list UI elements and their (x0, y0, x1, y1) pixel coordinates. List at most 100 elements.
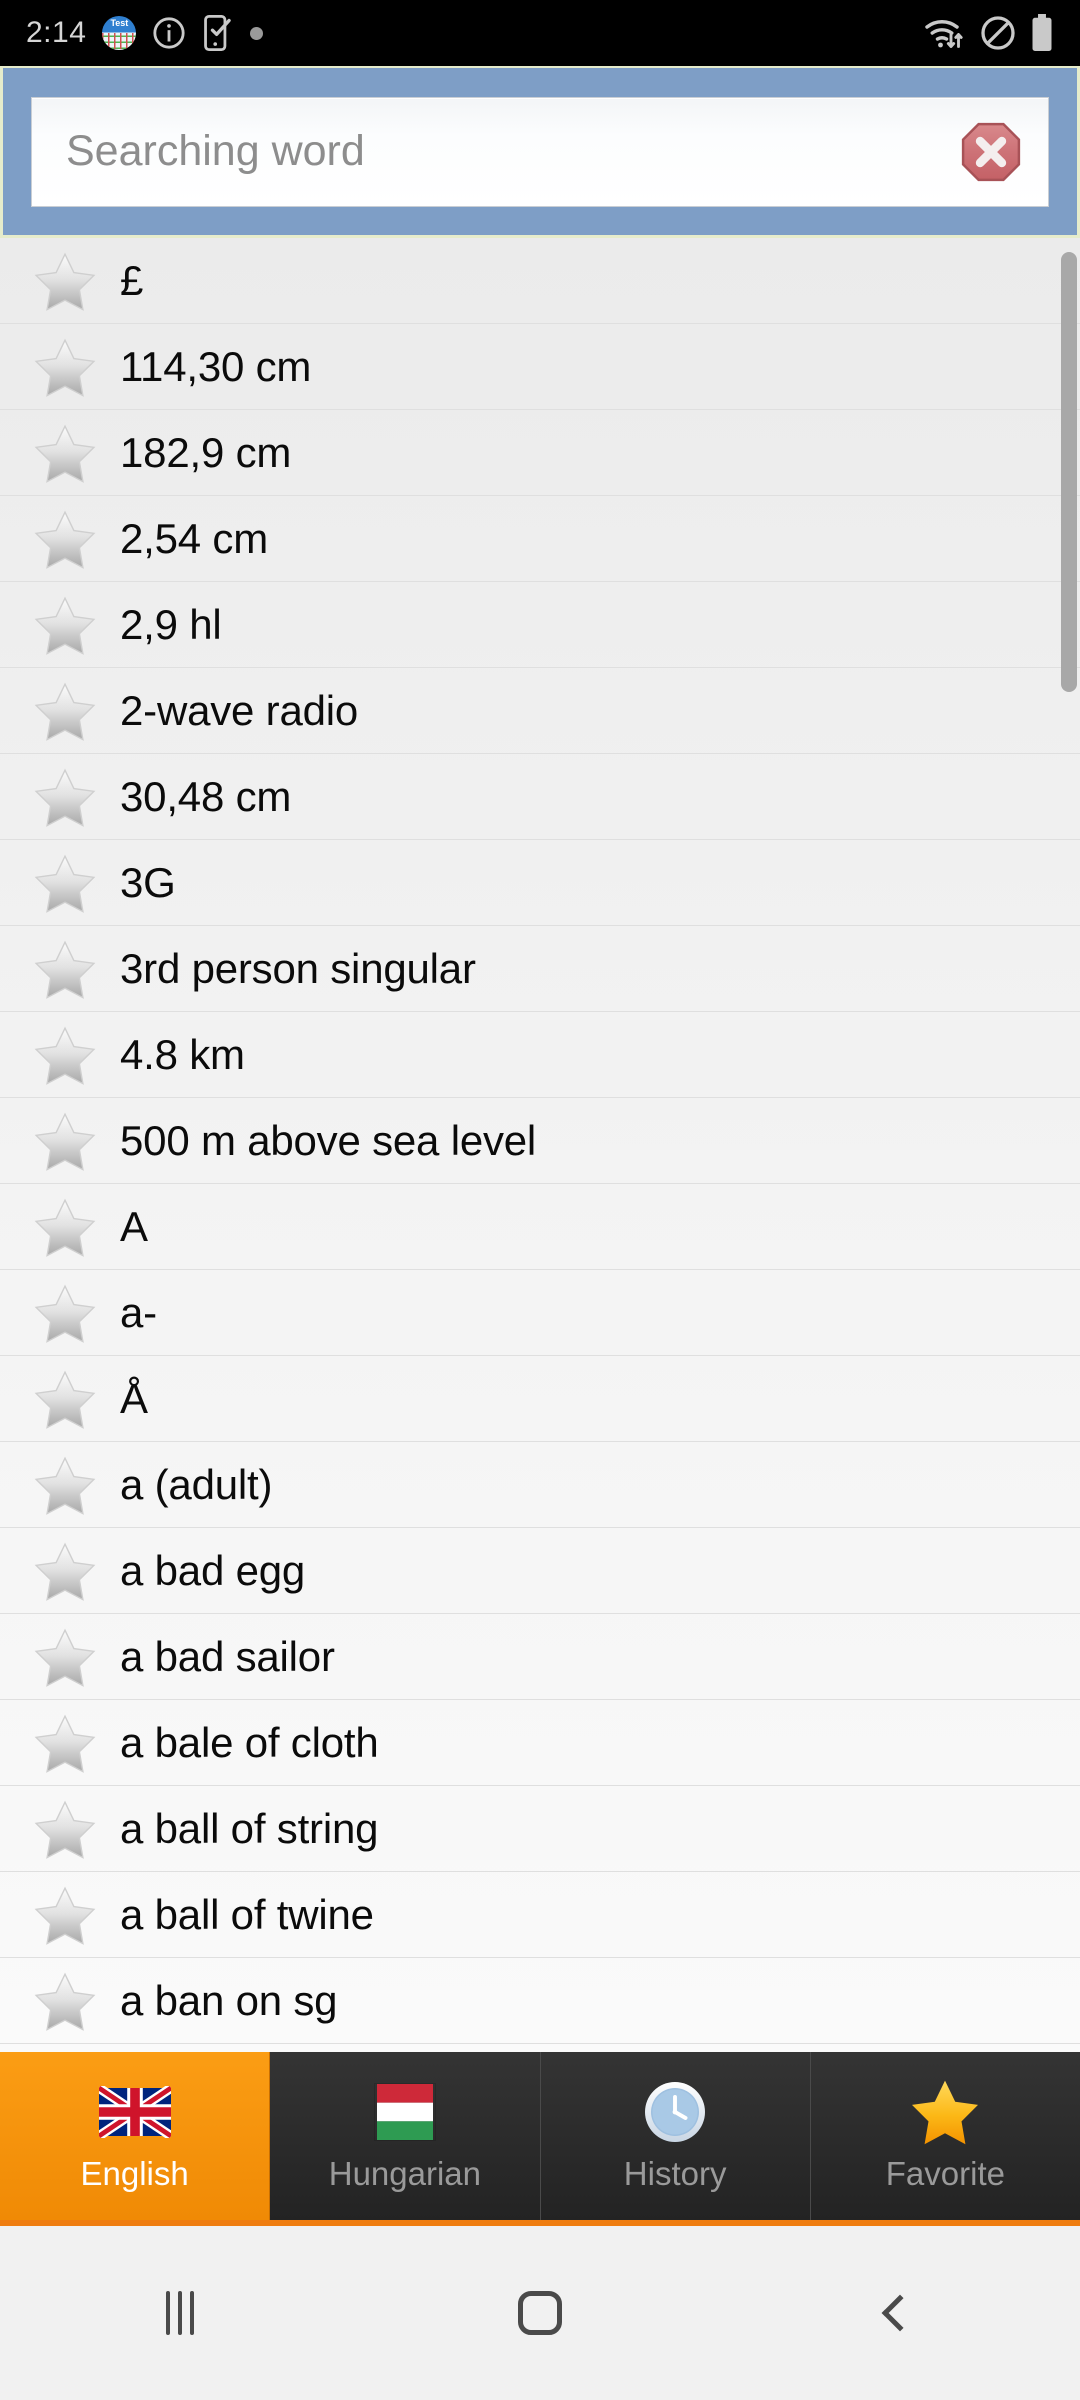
favorite-star-icon[interactable] (34, 1196, 96, 1258)
list-item[interactable]: a ball of twine (0, 1872, 1080, 1958)
star-icon (909, 2079, 981, 2145)
clear-octagon-icon (961, 122, 1021, 181)
status-bar-right (924, 14, 1054, 52)
list-item[interactable]: 2,54 cm (0, 496, 1080, 582)
list-item-label: a ban on sg (120, 1976, 338, 2024)
favorite-star-icon[interactable] (34, 1110, 96, 1172)
list-item-label: 2-wave radio (120, 686, 359, 734)
home-button[interactable] (360, 2291, 720, 2335)
tab-favorite[interactable]: Favorite (810, 2052, 1080, 2220)
favorite-star-icon[interactable] (34, 422, 96, 484)
favorite-star-icon[interactable] (34, 1024, 96, 1086)
word-list[interactable]: £ 114,30 cm 182,9 cm 2,54 cm 2,9 hl 2-wa… (0, 238, 1080, 2052)
status-clock: 2:14 (26, 16, 87, 49)
favorite-star-icon[interactable] (34, 852, 96, 914)
list-item[interactable]: A (0, 1184, 1080, 1270)
favorite-star-icon[interactable] (34, 680, 96, 742)
list-item-label: a- (120, 1288, 157, 1336)
list-item-label: 2,54 cm (120, 514, 268, 562)
wifi-transfer-icon (924, 16, 966, 50)
favorite-star-icon[interactable] (34, 508, 96, 570)
tab-history[interactable]: History (540, 2052, 811, 2220)
favorite-star-icon[interactable] (34, 1540, 96, 1602)
list-item-label: Å (120, 1374, 148, 1422)
search-header (0, 66, 1080, 238)
list-item[interactable]: 3G (0, 840, 1080, 926)
list-item[interactable]: 2,9 hl (0, 582, 1080, 668)
dot-indicator-icon (250, 26, 264, 40)
list-item-label: 500 m above sea level (120, 1116, 537, 1164)
list-item[interactable]: £ (0, 238, 1080, 324)
home-icon (518, 2291, 562, 2335)
tab-english-label: English (80, 2155, 189, 2192)
favorite-star-icon[interactable] (34, 1884, 96, 1946)
list-item-label: a ball of twine (120, 1890, 374, 1938)
back-button[interactable] (720, 2294, 1080, 2332)
status-bar-left: 2:14 Test (26, 15, 264, 51)
list-item-label: 3rd person singular (120, 944, 476, 992)
list-item-label: 30,48 cm (120, 772, 292, 820)
list-item[interactable]: 500 m above sea level (0, 1098, 1080, 1184)
hungary-flag-icon (369, 2079, 441, 2145)
list-item[interactable]: 114,30 cm (0, 324, 1080, 410)
phone-check-icon (202, 15, 234, 51)
list-scrollbar[interactable] (1061, 252, 1077, 692)
list-item[interactable]: 4.8 km (0, 1012, 1080, 1098)
phone-screen: 2:14 Test Searching word £ 114,30 cm 182… (0, 0, 1080, 2400)
favorite-star-icon[interactable] (34, 1626, 96, 1688)
favorite-star-icon[interactable] (34, 766, 96, 828)
list-item-label: a ball of string (120, 1804, 379, 1852)
status-bar: 2:14 Test (0, 0, 1080, 66)
list-item-label: 182,9 cm (120, 428, 292, 476)
list-item[interactable]: 3rd person singular (0, 926, 1080, 1012)
list-item[interactable]: a bale of cloth (0, 1700, 1080, 1786)
list-item[interactable]: 2-wave radio (0, 668, 1080, 754)
list-item-label: 114,30 cm (120, 342, 312, 390)
clear-search-button[interactable] (960, 121, 1022, 183)
favorite-star-icon[interactable] (34, 336, 96, 398)
clock-icon (639, 2079, 711, 2145)
list-item[interactable]: a- (0, 1270, 1080, 1356)
favorite-star-icon[interactable] (34, 1798, 96, 1860)
list-item[interactable]: Å (0, 1356, 1080, 1442)
bottom-tab-bar: English Hungarian History Favorite (0, 2052, 1080, 2226)
tab-hungarian[interactable]: Hungarian (270, 2052, 541, 2220)
tab-english[interactable]: English (0, 2052, 271, 2220)
list-item-label: a bad sailor (120, 1632, 335, 1680)
favorite-star-icon[interactable] (34, 1970, 96, 2032)
list-item[interactable]: a ban on sg (0, 1958, 1080, 2044)
list-item-label: a bad egg (120, 1546, 306, 1594)
list-item[interactable]: 182,9 cm (0, 410, 1080, 496)
favorite-star-icon[interactable] (34, 1712, 96, 1774)
list-item-label: £ (120, 256, 144, 304)
favorite-star-icon[interactable] (34, 938, 96, 1000)
battery-icon (1030, 14, 1054, 52)
favorite-star-icon[interactable] (34, 250, 96, 312)
favorite-star-icon[interactable] (34, 594, 96, 656)
test-app-icon-label: Test (110, 18, 129, 28)
tab-hungarian-label: Hungarian (328, 2155, 482, 2192)
android-nav-bar (0, 2226, 1080, 2400)
list-item-label: 4.8 km (120, 1030, 245, 1078)
favorite-star-icon[interactable] (34, 1282, 96, 1344)
list-item-label: 3G (120, 858, 176, 906)
list-item[interactable]: a (adult) (0, 1442, 1080, 1528)
search-input[interactable] (32, 97, 912, 206)
info-icon (152, 16, 186, 50)
list-item[interactable]: a ball of string (0, 1786, 1080, 1872)
test-app-icon: Test (102, 16, 137, 50)
recents-icon (166, 2291, 194, 2335)
favorite-star-icon[interactable] (34, 1454, 96, 1516)
list-item[interactable]: a bad sailor (0, 1614, 1080, 1700)
list-item[interactable]: a bad egg (0, 1528, 1080, 1614)
do-not-disturb-icon (980, 15, 1016, 51)
search-box[interactable] (31, 96, 1049, 207)
list-item-label: A (120, 1202, 148, 1250)
favorite-star-icon[interactable] (34, 1368, 96, 1430)
tab-favorite-label: Favorite (885, 2155, 1005, 2192)
recents-button[interactable] (0, 2291, 360, 2335)
list-item-label: a (adult) (120, 1460, 273, 1508)
list-item[interactable]: 30,48 cm (0, 754, 1080, 840)
tab-history-label: History (623, 2155, 727, 2192)
list-item-label: a bale of cloth (120, 1718, 379, 1766)
